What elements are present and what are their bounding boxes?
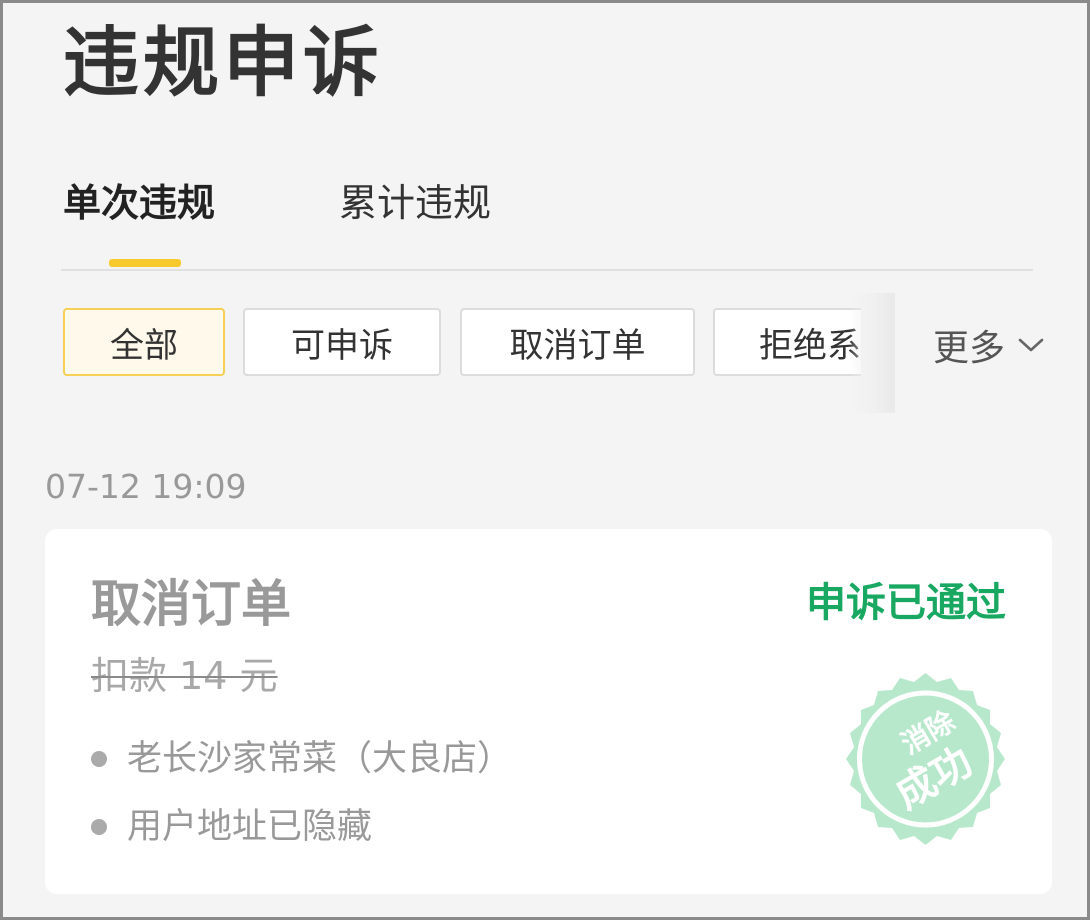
filter-chip-all[interactable]: 全部 xyxy=(63,308,225,376)
tab-bar: 单次违规 累计违规 xyxy=(61,173,1033,271)
store-info: 老长沙家常菜（大良店） xyxy=(91,735,512,783)
active-tab-indicator xyxy=(109,259,181,267)
address-info: 用户地址已隐藏 xyxy=(91,803,372,851)
filter-chip-appealable[interactable]: 可申诉 xyxy=(243,308,441,376)
store-name: 老长沙家常菜（大良店） xyxy=(127,739,513,779)
chevron-down-icon xyxy=(1018,338,1044,352)
tab-cumulative-violation[interactable]: 累计违规 xyxy=(339,173,491,233)
filter-chip-cancel-order[interactable]: 取消订单 xyxy=(460,308,695,376)
more-filters-label: 更多 xyxy=(933,328,1006,369)
violation-type: 取消订单 xyxy=(91,575,291,633)
filter-chip-reject[interactable]: 拒绝系 xyxy=(713,308,861,376)
more-filters-button[interactable]: 更多 xyxy=(933,315,1045,375)
scroll-fade-overlay xyxy=(849,293,895,413)
tab-single-violation[interactable]: 单次违规 xyxy=(63,173,215,233)
filter-chip-row: 全部 可申诉 取消订单 拒绝系 xyxy=(61,306,861,380)
bullet-dot xyxy=(91,751,107,767)
violation-record-card[interactable]: 取消订单 申诉已通过 扣款 14 元 老长沙家常菜（大良店） 用户地址已隐藏 消… xyxy=(45,529,1052,894)
cleared-success-stamp: 消除 成功 xyxy=(846,673,1005,845)
record-timestamp: 07-12 19:09 xyxy=(45,467,247,506)
appeal-status: 申诉已通过 xyxy=(806,580,1006,626)
page-title: 违规申诉 xyxy=(63,18,383,107)
user-address: 用户地址已隐藏 xyxy=(127,807,373,847)
bullet-dot xyxy=(91,819,107,835)
deduction-amount: 扣款 14 元 xyxy=(91,654,278,698)
